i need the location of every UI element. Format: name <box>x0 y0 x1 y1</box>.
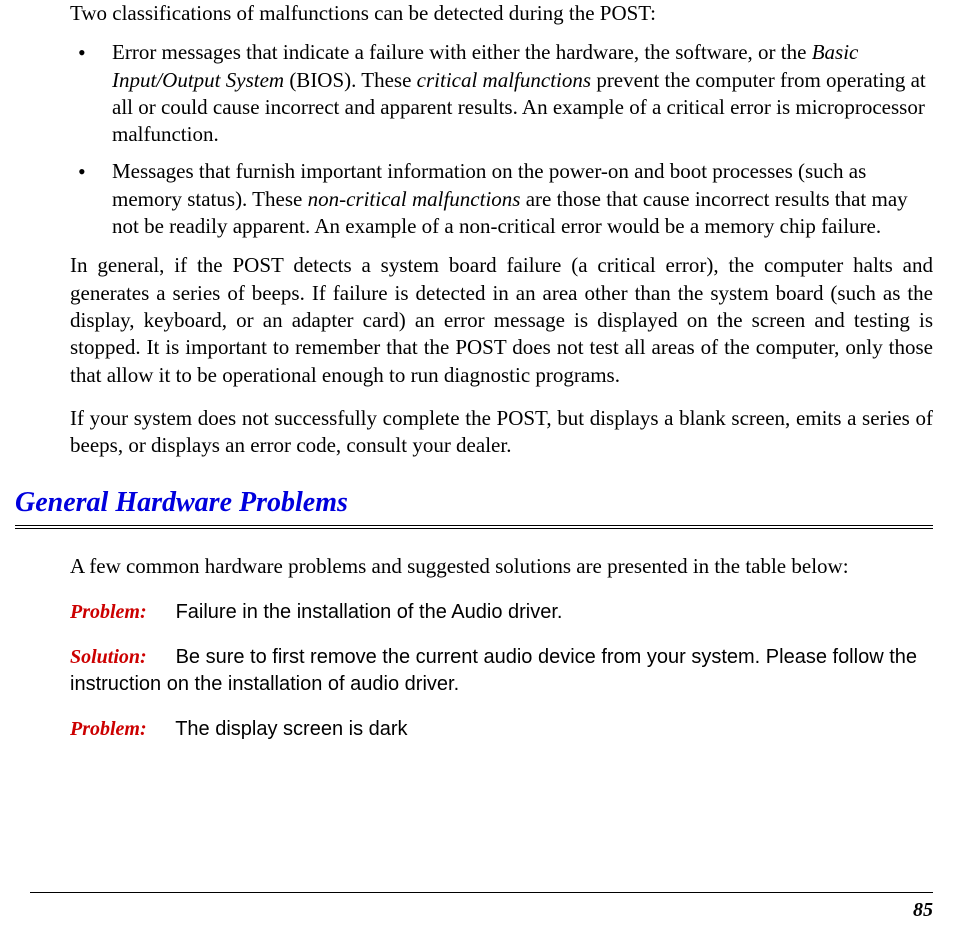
post-behavior-paragraph: In general, if the POST detects a system… <box>70 252 933 388</box>
problem-label: Problem: <box>70 716 170 743</box>
bullet-text-mid: (BIOS). These <box>284 68 417 92</box>
post-failure-paragraph: If your system does not successfully com… <box>70 405 933 460</box>
hardware-intro-paragraph: A few common hardware problems and sugge… <box>70 553 933 580</box>
intro-paragraph: Two classifications of malfunctions can … <box>70 0 933 27</box>
problem-text: Failure in the installation of the Audio… <box>176 601 563 623</box>
page-number: 85 <box>913 899 933 921</box>
problem-block: Problem: The display screen is dark <box>70 716 933 743</box>
page-footer: 85 <box>30 892 933 922</box>
bullet-text-italic-2: critical malfunctions <box>417 68 591 92</box>
solution-label: Solution: <box>70 644 170 671</box>
section-heading-hardware-problems: General Hardware Problems <box>15 487 933 525</box>
solution-block: Solution: Be sure to first remove the cu… <box>70 644 933 698</box>
list-item: Messages that furnish important informat… <box>70 158 933 240</box>
bullet-text-pre: Error messages that indicate a failure w… <box>112 40 812 64</box>
problem-block: Problem: Failure in the installation of … <box>70 599 933 626</box>
solution-text: Be sure to first remove the current audi… <box>70 646 917 695</box>
post-classifications-list: Error messages that indicate a failure w… <box>70 39 933 240</box>
list-item: Error messages that indicate a failure w… <box>70 39 933 148</box>
heading-rule <box>15 525 933 529</box>
bullet-text-italic-1: non-critical malfunctions <box>308 187 521 211</box>
problem-label: Problem: <box>70 599 170 626</box>
problem-text: The display screen is dark <box>175 718 407 740</box>
